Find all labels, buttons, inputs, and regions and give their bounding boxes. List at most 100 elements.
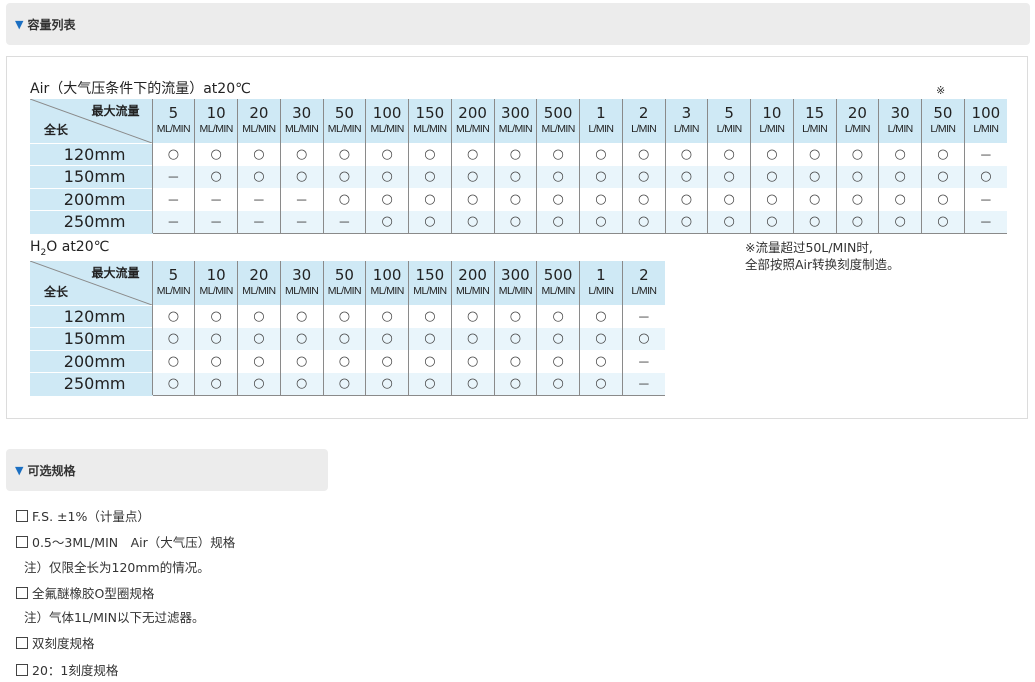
available-mark: ○ [194, 304, 238, 328]
air-flow-table: 最大流量 全长 5 ML/MIN 10 ML/MIN 20 ML/MIN 30 ML/MIN 50 M… [30, 99, 1007, 234]
column-header: 30 L/MIN [878, 99, 922, 143]
available-mark: ○ [237, 349, 281, 373]
column-header: 300 ML/MIN [493, 99, 537, 143]
available-mark: ○ [322, 142, 366, 166]
checkbox-icon[interactable] [16, 587, 28, 599]
column-header: 15 L/MIN [792, 99, 836, 143]
column-flow-value: 1 [596, 104, 606, 123]
available-mark: ○ [878, 142, 922, 166]
available-mark: ○ [536, 327, 580, 350]
available-mark: ○ [365, 327, 409, 350]
column-flow-unit: ML/MIN [199, 285, 234, 298]
available-mark: ○ [151, 327, 195, 350]
available-mark: ○ [450, 142, 494, 166]
available-mark: ○ [835, 210, 879, 234]
checkbox-icon[interactable] [16, 510, 28, 522]
available-mark: ○ [365, 304, 409, 328]
option-item[interactable]: 全氟醚橡胶O型圈规格 [16, 583, 154, 602]
available-mark: ○ [408, 142, 452, 166]
available-mark: ○ [279, 327, 323, 350]
available-mark: ○ [579, 372, 623, 396]
column-flow-unit: L/MIN [716, 123, 743, 136]
available-mark: ○ [194, 142, 238, 166]
column-flow-value: 5 [168, 104, 179, 123]
available-mark: ○ [493, 142, 537, 166]
available-mark: ○ [237, 304, 281, 328]
unavailable-mark: － [963, 210, 1007, 234]
available-mark: ○ [408, 304, 452, 328]
corner-label-length: 全长 [44, 284, 69, 299]
available-mark: ○ [579, 304, 623, 328]
column-flow-value: 150 [415, 104, 445, 123]
corner-label-max-flow: 最大流量 [91, 104, 140, 118]
available-mark: ○ [493, 304, 537, 328]
section-title: 容量列表 [27, 17, 76, 32]
available-mark: ○ [408, 327, 452, 350]
checkbox-icon[interactable] [16, 637, 28, 649]
available-mark: ○ [493, 349, 537, 373]
available-mark: ○ [194, 165, 238, 188]
available-mark: ○ [878, 210, 922, 234]
available-mark: ○ [279, 349, 323, 373]
column-header: 10 L/MIN [750, 99, 794, 143]
available-mark: ○ [493, 210, 537, 234]
available-mark: ○ [664, 165, 708, 188]
option-note: 注）气体1L/MIN以下无过滤器。 [16, 607, 204, 626]
available-mark: ○ [536, 304, 580, 328]
option-text: 0.5～3ML/MIN Air（大气压）规格 [32, 535, 236, 550]
column-flow-value: 30 [890, 104, 910, 123]
option-item[interactable]: 0.5～3ML/MIN Air（大气压）规格 [16, 532, 235, 551]
available-mark: ○ [279, 165, 323, 188]
available-mark: ○ [237, 142, 281, 166]
option-item[interactable]: F.S. ±1%（计量点） [16, 506, 150, 525]
note-line: ※流量超过50L/MIN时, [745, 240, 873, 255]
table-row: 120mm ○ ○ ○ ○ ○ ○ ○ ○ ○ ○ ○ － [30, 304, 665, 328]
available-mark: ○ [450, 327, 494, 350]
column-flow-value: 50 [933, 104, 953, 123]
column-header: 2 L/MIN [621, 261, 665, 305]
unavailable-mark: － [151, 187, 195, 211]
column-flow-unit: L/MIN [844, 123, 871, 136]
available-mark: ○ [750, 210, 794, 234]
column-header: 5 ML/MIN [151, 261, 195, 305]
column-flow-unit: ML/MIN [285, 285, 319, 298]
section-title: 可选规格 [27, 463, 76, 478]
column-flow-value: 15 [805, 104, 825, 123]
available-mark: ○ [450, 210, 494, 234]
column-header: 200 ML/MIN [450, 261, 494, 305]
available-mark: ○ [664, 210, 708, 234]
available-mark: ○ [151, 304, 195, 328]
available-mark: ○ [707, 187, 751, 211]
available-mark: ○ [707, 210, 751, 234]
available-mark: ○ [408, 372, 452, 396]
unavailable-mark: － [237, 210, 281, 234]
checkbox-icon[interactable] [16, 664, 28, 676]
available-mark: ○ [707, 142, 751, 166]
option-text: 注）仅限全长为120mm的情况。 [24, 560, 210, 575]
column-flow-unit: ML/MIN [370, 285, 405, 298]
checkbox-icon[interactable] [16, 536, 28, 548]
row-length-label: 150mm [30, 165, 152, 188]
option-item[interactable]: 20：1刻度规格 [16, 660, 118, 679]
available-mark: ○ [579, 327, 623, 350]
column-flow-unit: L/MIN [631, 285, 657, 298]
available-mark: ○ [322, 304, 366, 328]
available-mark: ○ [536, 210, 580, 234]
available-mark: ○ [536, 165, 580, 188]
column-header: 20 L/MIN [835, 99, 879, 143]
section-header-options[interactable]: ▼ 可选规格 [6, 449, 328, 491]
column-flow-unit: ML/MIN [327, 123, 362, 136]
triangle-down-icon: ▼ [15, 463, 24, 477]
unavailable-mark: － [151, 210, 195, 234]
column-flow-value: 2 [638, 104, 649, 123]
available-mark: ○ [750, 165, 794, 188]
option-item[interactable]: 双刻度规格 [16, 633, 95, 652]
column-header: 500 ML/MIN [536, 99, 580, 143]
available-mark: ○ [450, 165, 494, 188]
section-header-capacity[interactable]: ▼ 容量列表 [6, 3, 1030, 45]
available-mark: ○ [621, 187, 665, 211]
column-flow-unit: ML/MIN [242, 123, 276, 136]
available-mark: ○ [365, 372, 409, 396]
column-flow-value: 300 [501, 104, 530, 123]
column-flow-value: 20 [249, 266, 269, 285]
